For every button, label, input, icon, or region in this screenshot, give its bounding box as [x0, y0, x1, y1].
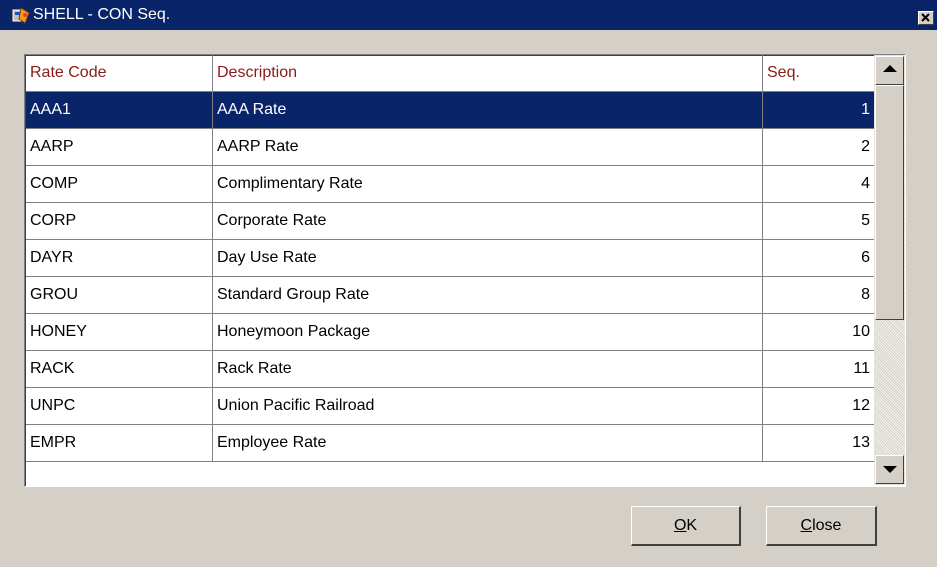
- seq-cell: 12: [763, 388, 875, 425]
- description-cell: Honeymoon Package: [213, 314, 763, 351]
- description-cell: Rack Rate: [213, 351, 763, 388]
- close-window-button[interactable]: [918, 11, 934, 25]
- rate-code-cell: UNPC: [26, 388, 213, 425]
- seq-cell: 8: [763, 277, 875, 314]
- app-icon: [12, 7, 30, 24]
- seq-cell: 10: [763, 314, 875, 351]
- table-row[interactable]: EMPR Employee Rate 13: [26, 425, 881, 462]
- table-row[interactable]: UNPC Union Pacific Railroad 12: [26, 388, 881, 425]
- table-row[interactable]: CORP Corporate Rate 5: [26, 203, 881, 240]
- description-cell: Day Use Rate: [213, 240, 763, 277]
- rate-code-cell: DAYR: [26, 240, 213, 277]
- table-row[interactable]: GROU Standard Group Rate 8: [26, 277, 881, 314]
- description-cell: Corporate Rate: [213, 203, 763, 240]
- seq-cell: 13: [763, 425, 875, 462]
- column-header-rate-code[interactable]: Rate Code: [26, 55, 213, 92]
- scroll-up-button[interactable]: [875, 56, 904, 85]
- description-cell: Union Pacific Railroad: [213, 388, 763, 425]
- rate-code-cell: AAA1: [26, 92, 213, 129]
- vertical-scrollbar[interactable]: [874, 55, 905, 485]
- seq-cell: 1: [763, 92, 875, 129]
- table-row[interactable]: COMP Complimentary Rate 4: [26, 166, 881, 203]
- column-header-seq[interactable]: Seq.: [763, 55, 875, 92]
- column-header-description[interactable]: Description: [213, 55, 763, 92]
- close-button[interactable]: Close: [766, 506, 877, 546]
- rate-code-cell: GROU: [26, 277, 213, 314]
- ok-button[interactable]: OK: [631, 506, 741, 546]
- table-row[interactable]: AARP AARP Rate 2: [26, 129, 881, 166]
- title-bar[interactable]: SHELL - CON Seq.: [0, 0, 937, 30]
- description-cell: AAA Rate: [213, 92, 763, 129]
- scroll-down-button[interactable]: [875, 455, 904, 484]
- seq-cell: 6: [763, 240, 875, 277]
- close-label-rest: lose: [812, 517, 842, 534]
- table-row[interactable]: DAYR Day Use Rate 6: [26, 240, 881, 277]
- seq-cell: 4: [763, 166, 875, 203]
- scrollbar-thumb[interactable]: [875, 85, 904, 320]
- arrow-up-icon: [883, 65, 897, 72]
- close-icon: [921, 13, 930, 22]
- seq-cell: 2: [763, 129, 875, 166]
- rate-code-grid[interactable]: Rate Code Description Seq. AAA1 AAA Rate 1…: [24, 54, 906, 487]
- close-mnemonic: C: [800, 517, 813, 534]
- description-cell: Standard Group Rate: [213, 277, 763, 314]
- rate-code-cell: HONEY: [26, 314, 213, 351]
- rate-code-cell: AARP: [26, 129, 213, 166]
- ok-label-rest: K: [686, 517, 698, 534]
- description-cell: Complimentary Rate: [213, 166, 763, 203]
- arrow-down-icon: [883, 466, 897, 473]
- table-row[interactable]: HONEY Honeymoon Package 10: [26, 314, 881, 351]
- grid-header-row: Rate Code Description Seq.: [26, 55, 881, 92]
- rate-code-cell: RACK: [26, 351, 213, 388]
- seq-cell: 5: [763, 203, 875, 240]
- dialog-window: SHELL - CON Seq. Rate Code Description S…: [0, 0, 937, 567]
- rate-code-cell: COMP: [26, 166, 213, 203]
- window-title: SHELL - CON Seq.: [33, 6, 171, 23]
- rate-code-cell: EMPR: [26, 425, 213, 462]
- description-cell: Employee Rate: [213, 425, 763, 462]
- table-row[interactable]: AAA1 AAA Rate 1: [26, 92, 881, 129]
- seq-cell: 11: [763, 351, 875, 388]
- rate-code-cell: CORP: [26, 203, 213, 240]
- table-row[interactable]: RACK Rack Rate 11: [26, 351, 881, 388]
- description-cell: AARP Rate: [213, 129, 763, 166]
- ok-mnemonic: O: [673, 517, 687, 534]
